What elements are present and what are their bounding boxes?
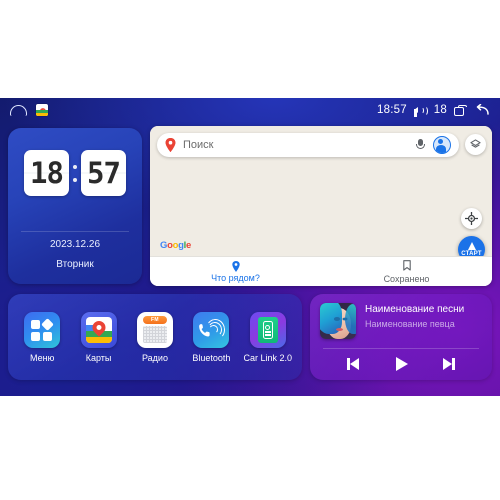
- volume-level: 18: [433, 104, 447, 116]
- app-menu-label: Меню: [30, 352, 55, 363]
- app-car-link[interactable]: Car Link 2.0: [243, 311, 293, 363]
- track-artist: Наименование певца: [365, 319, 455, 329]
- skip-next-icon[interactable]: [439, 354, 465, 374]
- radio-speaker-grill: [142, 325, 167, 343]
- map-pin-icon: [165, 138, 176, 152]
- bookmark-icon: [402, 259, 411, 273]
- map-tabs: Что рядом? Сохранено: [150, 256, 492, 286]
- maps-app-icon[interactable]: [36, 104, 48, 116]
- head-unit-screen: 18:57 18 18 57 2023.12.26 Вторник Поиск …: [0, 98, 500, 396]
- app-radio[interactable]: FM Радио: [130, 311, 180, 363]
- app-dock: Меню Карты FM Радио Bluetooth Car Link 2…: [8, 294, 302, 380]
- volume-icon[interactable]: [413, 104, 428, 118]
- clock-divider: [21, 231, 129, 232]
- music-meta: Наименование песни Наименование певца: [365, 303, 464, 329]
- music-controls: [310, 354, 492, 374]
- flip-clock: 18 57: [8, 150, 142, 196]
- car-link-icon: [249, 311, 286, 348]
- home-icon[interactable]: [10, 104, 27, 116]
- status-bar-left: [10, 104, 48, 116]
- status-time: 18:57: [377, 104, 407, 116]
- microphone-icon[interactable]: [415, 138, 425, 152]
- music-info: Наименование песни Наименование певца: [320, 303, 482, 339]
- play-icon[interactable]: [388, 354, 414, 374]
- status-bar-right: 18:57 18: [377, 104, 490, 118]
- clock-minutes: 57: [87, 155, 121, 190]
- my-location-button[interactable]: [461, 208, 482, 229]
- clock-date: 2023.12.26: [49, 239, 101, 250]
- track-title: Наименование песни: [365, 304, 465, 315]
- recent-apps-icon[interactable]: [454, 104, 467, 116]
- app-car-link-label: Car Link 2.0: [243, 352, 293, 363]
- navigation-arrow-icon: [467, 242, 476, 250]
- clock-widget[interactable]: 18 57 2023.12.26 Вторник: [8, 128, 142, 284]
- music-divider: [323, 348, 479, 349]
- back-icon[interactable]: [474, 104, 490, 116]
- bluetooth-phone-icon: [193, 311, 230, 348]
- app-bluetooth-label: Bluetooth: [192, 352, 231, 363]
- album-cover-portrait: [320, 303, 356, 339]
- radio-fm-badge: FM: [142, 315, 167, 324]
- app-menu[interactable]: Меню: [17, 311, 67, 363]
- clock-weekday: Вторник: [56, 259, 94, 270]
- skip-previous-icon[interactable]: [337, 354, 363, 374]
- google-maps-icon: [80, 311, 117, 348]
- tab-saved[interactable]: Сохранено: [321, 257, 492, 286]
- app-radio-label: Радио: [141, 352, 168, 363]
- music-widget[interactable]: Наименование песни Наименование певца: [310, 294, 492, 380]
- radio-icon: FM: [136, 311, 173, 348]
- clock-hours: 18: [30, 155, 64, 190]
- search-input[interactable]: Поиск: [157, 133, 459, 157]
- google-watermark: Google: [160, 239, 191, 251]
- clock-colon: [72, 164, 78, 182]
- layers-button[interactable]: [465, 134, 486, 155]
- app-bluetooth[interactable]: Bluetooth: [186, 311, 236, 363]
- menu-grid-icon: [24, 311, 61, 348]
- status-bar: 18:57 18: [0, 98, 500, 122]
- location-pin-icon: [231, 260, 240, 272]
- yellow-band: [36, 113, 48, 116]
- clock-hours-card: 18: [24, 150, 69, 196]
- maps-widget[interactable]: Поиск Google СТАРТ Что рядом? Сохранено: [150, 126, 492, 286]
- account-avatar-icon[interactable]: [433, 136, 451, 154]
- tab-saved-label: Сохранено: [383, 273, 430, 284]
- tab-nearby[interactable]: Что рядом?: [150, 257, 321, 286]
- clock-minutes-card: 57: [81, 150, 126, 196]
- app-maps-label: Карты: [85, 352, 112, 363]
- app-maps[interactable]: Карты: [74, 311, 124, 363]
- search-placeholder: Поиск: [183, 139, 214, 151]
- tab-nearby-label: Что рядом?: [211, 272, 260, 283]
